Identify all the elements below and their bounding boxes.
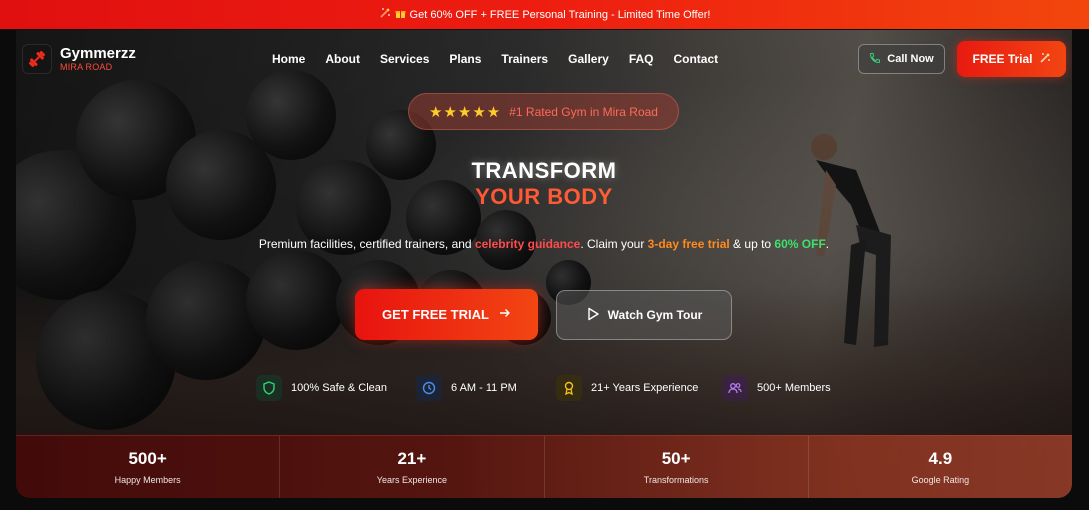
- stat-value: 4.9: [928, 449, 953, 468]
- watch-gym-tour-label: Watch Gym Tour: [607, 308, 703, 322]
- brand-logo[interactable]: Gymmerzz MIRA ROAD: [22, 44, 136, 74]
- main-nav: Home About Services Plans Trainers Galle…: [272, 52, 718, 66]
- hero-subtitle-highlight-trial: 3-day free trial: [647, 237, 730, 251]
- users-icon: [722, 375, 748, 401]
- sparkle-icon: [1039, 52, 1051, 67]
- promo-banner: Get 60% OFF + FREE Personal Training - L…: [0, 0, 1089, 29]
- rating-badge-text: #1 Rated Gym in Mira Road: [509, 104, 658, 119]
- play-icon: [586, 307, 600, 324]
- feature-label: 500+ Members: [757, 382, 831, 394]
- nav-item-contact[interactable]: Contact: [673, 52, 718, 66]
- clock-icon: [416, 375, 442, 401]
- hero-section: Gymmerzz MIRA ROAD Home About Services P…: [16, 30, 1072, 498]
- get-free-trial-label: GET FREE TRIAL: [382, 307, 489, 322]
- nav-item-trainers[interactable]: Trainers: [501, 52, 548, 66]
- nav-item-plans[interactable]: Plans: [449, 52, 481, 66]
- brand-name: Gymmerzz: [60, 45, 136, 62]
- stat-label: Happy Members: [114, 475, 181, 485]
- stat-label: Transformations: [643, 475, 709, 485]
- free-trial-button[interactable]: FREE Trial: [957, 41, 1066, 77]
- stat-item-experience: 21+ Years Experience: [280, 436, 545, 498]
- nav-item-gallery[interactable]: Gallery: [568, 52, 609, 66]
- hero-title-line1: TRANSFORM: [471, 158, 617, 183]
- hero-subtitle: Premium facilities, certified trainers, …: [16, 237, 1072, 251]
- feature-label: 21+ Years Experience: [591, 382, 699, 394]
- nav-item-about[interactable]: About: [325, 52, 360, 66]
- call-now-label: Call Now: [887, 53, 934, 65]
- gift-icon: [395, 8, 406, 22]
- stat-label: Years Experience: [376, 475, 447, 485]
- call-now-button[interactable]: Call Now: [858, 44, 945, 74]
- star-rating-icon: ★★★★★: [429, 103, 502, 121]
- promo-text: Get 60% OFF + FREE Personal Training - L…: [409, 8, 711, 21]
- hero-subtitle-text: & up to: [729, 237, 775, 251]
- hero-subtitle-highlight-celebrity: celebrity guidance: [474, 237, 581, 251]
- feature-item-members: 500+ Members: [722, 375, 831, 401]
- feature-item-experience: 21+ Years Experience: [556, 375, 698, 401]
- feature-item-hours: 6 AM - 11 PM: [416, 375, 517, 401]
- stat-label: Google Rating: [911, 475, 970, 485]
- arrow-right-icon: [499, 307, 511, 322]
- hero-subtitle-text: Premium facilities, certified trainers, …: [258, 237, 475, 251]
- nav-item-services[interactable]: Services: [380, 52, 429, 66]
- phone-icon: [869, 52, 881, 67]
- hero-subtitle-highlight-discount: 60% OFF: [774, 237, 826, 251]
- feature-item-safe: 100% Safe & Clean: [256, 375, 387, 401]
- hero-subtitle-text: . Claim your: [580, 237, 648, 251]
- hero-title-line2: YOUR BODY: [16, 184, 1072, 210]
- rating-badge: ★★★★★ #1 Rated Gym in Mira Road: [408, 93, 679, 130]
- watch-gym-tour-button[interactable]: Watch Gym Tour: [556, 290, 732, 340]
- feature-label: 100% Safe & Clean: [291, 382, 388, 394]
- stat-item-transformations: 50+ Transformations: [545, 436, 809, 498]
- nav-item-faq[interactable]: FAQ: [629, 52, 654, 66]
- feature-list: 100% Safe & Clean 6 AM - 11 PM 21+ Years…: [16, 375, 1072, 403]
- dumbbell-icon: [22, 44, 52, 74]
- hero-subtitle-text: .: [825, 237, 830, 251]
- nav-item-home[interactable]: Home: [272, 52, 305, 66]
- get-free-trial-button[interactable]: GET FREE TRIAL: [355, 289, 538, 340]
- stat-value: 500+: [128, 449, 167, 468]
- shield-icon: [256, 375, 282, 401]
- free-trial-label: FREE Trial: [972, 52, 1033, 66]
- feature-label: 6 AM - 11 PM: [451, 382, 517, 394]
- award-icon: [556, 375, 582, 401]
- stats-bar: 500+ Happy Members 21+ Years Experience …: [16, 435, 1072, 498]
- brand-location: MIRA ROAD: [60, 62, 113, 72]
- stat-value: 50+: [661, 449, 691, 468]
- stat-item-members: 500+ Happy Members: [16, 436, 281, 498]
- stat-item-rating: 4.9 Google Rating: [809, 436, 1072, 498]
- stat-value: 21+: [397, 449, 427, 468]
- sparkle-icon: [379, 7, 391, 22]
